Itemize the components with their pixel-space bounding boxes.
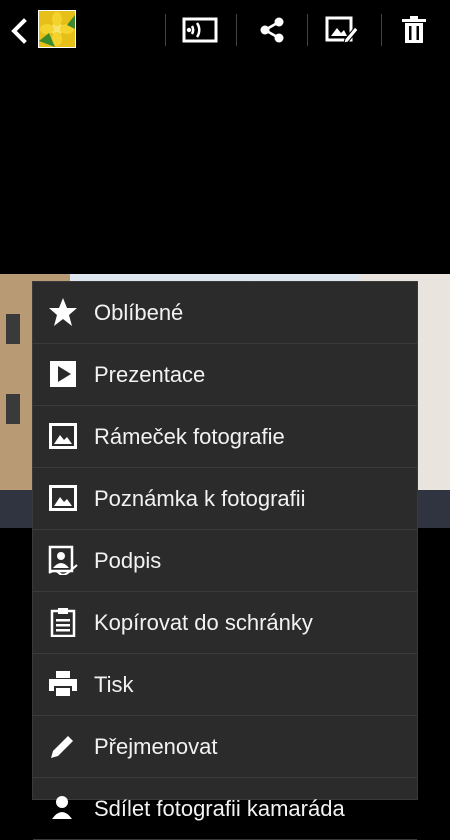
trash-icon <box>402 16 426 43</box>
back-button[interactable] <box>6 14 34 48</box>
menu-item-photo-frame[interactable]: Rámeček fotografie <box>33 406 417 468</box>
signature-icon <box>47 544 79 576</box>
menu-item-slideshow[interactable]: Prezentace <box>33 344 417 406</box>
star-icon <box>47 296 79 328</box>
menu-item-label: Poznámka k fotografii <box>94 485 306 511</box>
toolbar-divider <box>307 14 308 46</box>
menu-item-label: Tisk <box>94 671 134 697</box>
menu-item-label: Oblíbené <box>94 299 184 325</box>
chevron-left-icon <box>11 18 27 44</box>
menu-item-copy-to-clipboard[interactable]: Kopírovat do schránky <box>33 592 417 654</box>
context-menu: Oblíbené Prezentace Rámeček fotografie P… <box>32 281 418 840</box>
menu-item-label: Podpis <box>94 547 162 573</box>
edit-image-button[interactable] <box>320 10 364 50</box>
menu-item-photo-note[interactable]: Poznámka k fotografii <box>33 468 417 530</box>
delete-button[interactable] <box>392 10 436 50</box>
menu-item-label: Sdílet fotografii kamaráda <box>94 795 345 821</box>
screen-mirroring-icon <box>182 17 218 43</box>
edit-image-icon <box>325 16 359 44</box>
share-icon <box>260 17 284 43</box>
menu-item-rename[interactable]: Přejmenovat <box>33 716 417 778</box>
play-icon <box>47 358 79 390</box>
menu-item-signature[interactable]: Podpis <box>33 530 417 592</box>
picture-frame-icon <box>47 420 79 452</box>
printer-icon <box>47 668 79 700</box>
menu-item-label: Kopírovat do schránky <box>94 609 313 635</box>
share-button[interactable] <box>250 10 294 50</box>
toolbar-divider <box>381 14 382 46</box>
menu-item-share-friend-photo[interactable]: Sdílet fotografii kamaráda <box>33 778 417 840</box>
menu-item-favorites[interactable]: Oblíbené <box>33 282 417 344</box>
menu-item-label: Rámeček fotografie <box>94 423 285 449</box>
action-bar <box>0 0 450 60</box>
menu-item-label: Přejmenovat <box>94 733 218 759</box>
toolbar-divider <box>165 14 166 46</box>
menu-item-label: Prezentace <box>94 361 206 387</box>
menu-item-print[interactable]: Tisk <box>33 654 417 716</box>
toolbar-divider <box>236 14 237 46</box>
photo-note-icon <box>47 482 79 514</box>
flower-thumbnail-icon <box>39 11 75 47</box>
pencil-icon <box>47 730 79 762</box>
album-thumbnail[interactable] <box>38 10 76 48</box>
screen-mirroring-button[interactable] <box>178 10 222 50</box>
share-friend-icon <box>47 792 79 824</box>
clipboard-icon <box>47 606 79 638</box>
